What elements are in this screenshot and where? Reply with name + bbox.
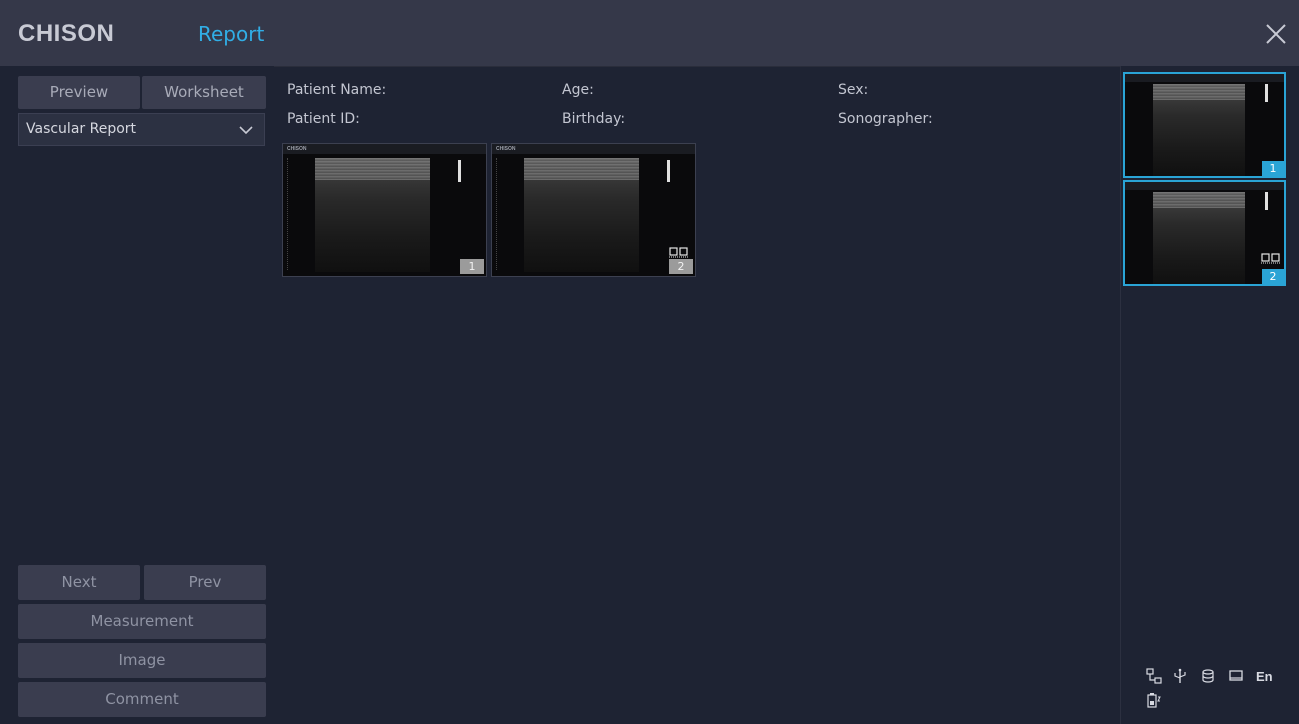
title-bar: CHISON Report (0, 0, 1299, 67)
image-number-badge: 1 (1262, 161, 1284, 176)
image-logo: CHISON (287, 146, 307, 152)
usb-icon (1174, 668, 1186, 683)
view-tabs: Preview Worksheet (18, 76, 266, 109)
image-header-strip (1125, 74, 1284, 82)
depth-ruler (287, 158, 290, 270)
image-header-strip (283, 144, 486, 154)
left-panel: Preview Worksheet Vascular Report Next P… (0, 66, 274, 724)
sonographer-label: Sonographer: (838, 111, 933, 127)
prev-button[interactable]: Prev (144, 565, 266, 600)
page-title: Report (198, 22, 265, 46)
ultrasound-scan (1153, 192, 1245, 284)
cine-loop-icon (1261, 253, 1281, 264)
network-icon (1146, 668, 1162, 684)
storage-icon (1202, 669, 1214, 683)
brand-logo: CHISON (18, 20, 115, 47)
comment-button[interactable]: Comment (18, 682, 266, 717)
ultrasound-scan (1153, 84, 1245, 176)
cine-loop-icon (669, 247, 689, 258)
image-number-badge: 1 (460, 259, 484, 274)
sex-label: Sex: (838, 82, 869, 98)
image-number-badge: 2 (1262, 269, 1284, 284)
report-image-2[interactable]: CHISON 2 (491, 143, 696, 277)
report-type-value: Vascular Report (26, 121, 137, 137)
next-button[interactable]: Next (18, 565, 140, 600)
age-label: Age: (562, 82, 594, 98)
report-type-select[interactable]: Vascular Report (18, 113, 265, 146)
image-number-badge: 2 (669, 259, 693, 274)
close-icon (1266, 24, 1286, 44)
language-indicator[interactable]: En (1256, 669, 1273, 684)
depth-ruler (496, 158, 499, 270)
image-clipboard-panel: 1 2 (1120, 66, 1299, 724)
measurement-button[interactable]: Measurement (18, 604, 266, 639)
battery-icon (1147, 693, 1161, 708)
clipboard-image-2[interactable]: 2 (1123, 180, 1286, 286)
report-image-1[interactable]: CHISON 1 (282, 143, 487, 277)
patient-name-label: Patient Name: (287, 82, 387, 98)
gray-scale-bar (667, 160, 670, 182)
patient-id-label: Patient ID: (287, 111, 360, 127)
image-button[interactable]: Image (18, 643, 266, 678)
chevron-down-icon (239, 126, 253, 135)
image-header-strip (1125, 182, 1284, 190)
tab-worksheet[interactable]: Worksheet (142, 76, 266, 109)
clipboard-image-1[interactable]: 1 (1123, 72, 1286, 178)
birthday-label: Birthday: (562, 111, 626, 127)
image-logo: CHISON (496, 146, 516, 152)
gray-scale-bar (1265, 84, 1268, 102)
ultrasound-scan (315, 158, 430, 272)
gray-scale-bar (1265, 192, 1268, 210)
gray-scale-bar (458, 160, 461, 182)
tab-preview[interactable]: Preview (18, 76, 140, 109)
printer-icon (1229, 670, 1243, 681)
status-bar: En (1146, 668, 1296, 718)
ultrasound-scan (524, 158, 639, 272)
close-button[interactable] (1262, 20, 1290, 48)
image-header-strip (492, 144, 695, 154)
